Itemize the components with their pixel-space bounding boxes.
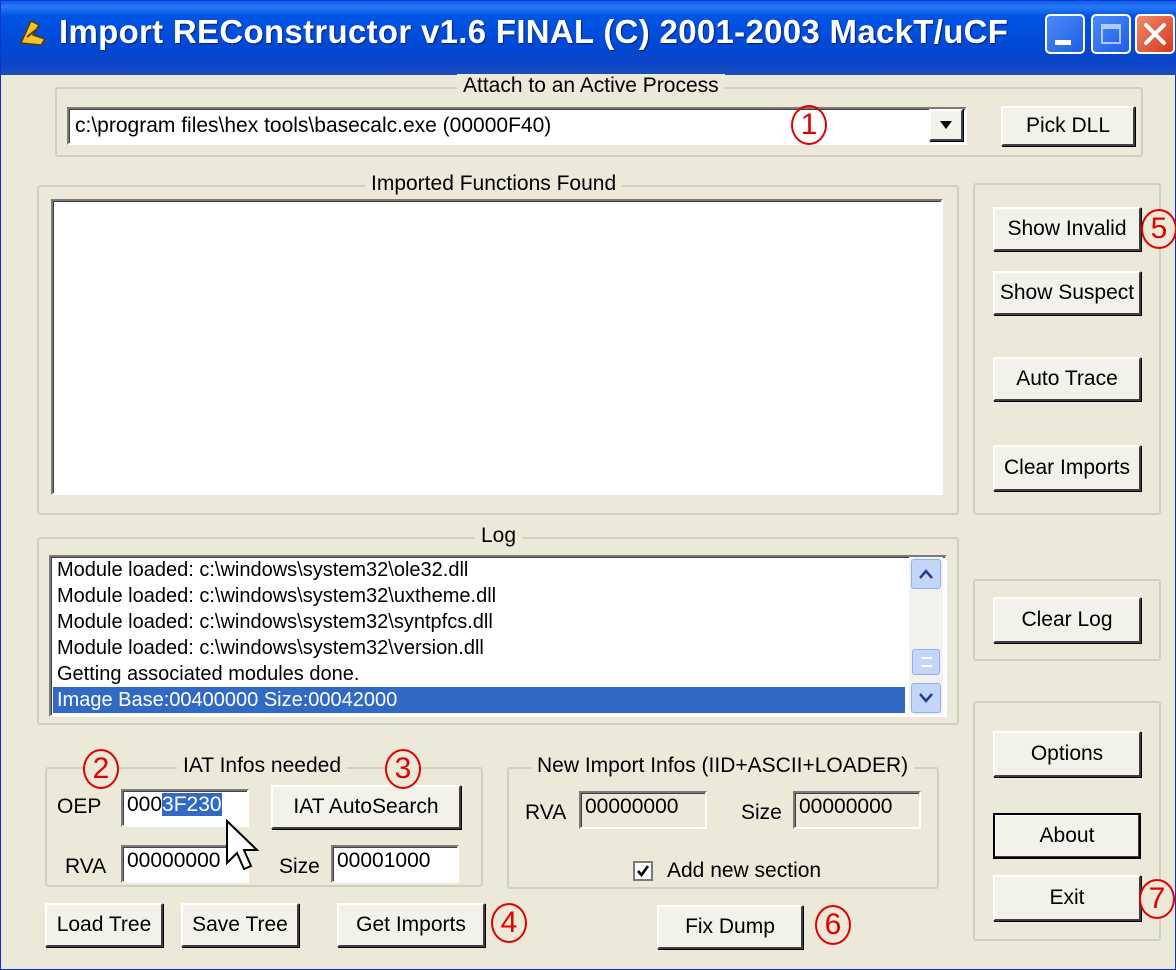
show-suspect-button[interactable]: Show Suspect	[993, 271, 1141, 315]
mouse-cursor-icon	[226, 819, 259, 871]
load-tree-button[interactable]: Load Tree	[45, 903, 163, 947]
get-imports-button[interactable]: Get Imports	[337, 903, 485, 947]
about-button[interactable]: About	[993, 813, 1141, 859]
log-group-label: Log	[475, 524, 523, 548]
callout-3: 3	[385, 749, 421, 789]
clear-imports-button[interactable]: Clear Imports	[993, 445, 1141, 491]
oep-label: OEP	[57, 795, 102, 818]
log-line: Module loaded: c:\windows\system32\syntp…	[57, 611, 493, 633]
oep-value-selected: 3F230	[162, 793, 222, 816]
log-line: Getting associated modules done.	[57, 663, 360, 685]
log-line: Module loaded: c:\windows\system32\versi…	[57, 637, 484, 659]
options-button[interactable]: Options	[993, 731, 1141, 777]
callout-1: 1	[791, 105, 827, 145]
iat-size-label: Size	[279, 855, 320, 878]
new-rva-value: 00000000	[585, 795, 679, 818]
log-scrollbar[interactable]	[909, 557, 943, 715]
dropdown-arrow-icon	[940, 121, 952, 129]
fix-dump-button[interactable]: Fix Dump	[657, 905, 803, 949]
scroll-down-button[interactable]	[911, 683, 941, 713]
imported-functions-tree[interactable]	[51, 199, 943, 495]
checkmark-icon	[637, 865, 650, 878]
process-combobox-value: c:\program files\hex tools\basecalc.exe …	[75, 114, 552, 137]
oep-value-prefix: 000	[127, 793, 163, 816]
maximize-button[interactable]	[1091, 14, 1131, 54]
iat-rva-value: 00000000	[127, 849, 221, 872]
new-import-infos-group-label: New Import Infos (IID+ASCII+LOADER)	[531, 754, 915, 778]
window-title: Import REConstructor v1.6 FINAL (C) 2001…	[59, 13, 1009, 50]
scroll-thumb[interactable]	[912, 649, 940, 675]
minimize-button[interactable]	[1045, 14, 1085, 54]
app-window: Import REConstructor v1.6 FINAL (C) 2001…	[0, 0, 1176, 970]
close-button[interactable]	[1135, 14, 1175, 54]
chevron-up-icon	[919, 569, 933, 579]
callout-4: 4	[491, 903, 527, 943]
log-line: Module loaded: c:\windows\system32\uxthe…	[57, 585, 497, 607]
show-invalid-button[interactable]: Show Invalid	[993, 207, 1141, 251]
iat-size-value: 00001000	[337, 849, 431, 872]
add-new-section-checkbox[interactable]	[633, 861, 653, 881]
pick-dll-button[interactable]: Pick DLL	[1001, 106, 1135, 146]
process-dropdown-button[interactable]	[929, 109, 963, 141]
grip-icon	[921, 657, 932, 667]
new-size-label: Size	[741, 801, 782, 824]
callout-5: 5	[1141, 209, 1176, 249]
iat-infos-group-label: IAT Infos needed	[177, 754, 348, 778]
callout-2: 2	[83, 749, 119, 789]
iat-rva-label: RVA	[65, 855, 107, 878]
log-line: Module loaded: c:\windows\system32\ole32…	[57, 559, 469, 581]
attach-group-label: Attach to an Active Process	[457, 74, 725, 98]
process-combobox[interactable]: c:\program files\hex tools\basecalc.exe …	[67, 107, 967, 145]
maximize-icon	[1101, 24, 1121, 44]
title-bar[interactable]: Import REConstructor v1.6 FINAL (C) 2001…	[1, 1, 1176, 75]
auto-trace-button[interactable]: Auto Trace	[993, 357, 1141, 401]
exit-button[interactable]: Exit	[993, 875, 1141, 921]
app-icon	[19, 19, 47, 46]
new-rva-field: 00000000	[579, 791, 707, 829]
new-size-field: 00000000	[793, 791, 921, 829]
callout-7: 7	[1139, 879, 1175, 919]
callout-6: 6	[815, 905, 851, 945]
save-tree-button[interactable]: Save Tree	[181, 903, 299, 947]
log-line-selected: Image Base:00400000 Size:00042000	[53, 687, 905, 713]
new-rva-label: RVA	[525, 801, 567, 824]
iat-size-input[interactable]: 00001000	[331, 845, 459, 883]
imported-functions-group-label: Imported Functions Found	[365, 172, 623, 196]
chevron-down-icon	[919, 693, 933, 703]
minimize-icon	[1055, 40, 1071, 45]
scroll-up-button[interactable]	[911, 559, 941, 589]
new-size-value: 00000000	[799, 795, 893, 818]
log-listbox[interactable]: Module loaded: c:\windows\system32\ole32…	[49, 555, 947, 717]
add-new-section-label[interactable]: Add new section	[667, 859, 821, 883]
iat-autosearch-button[interactable]: IAT AutoSearch	[271, 785, 461, 829]
close-icon	[1144, 23, 1166, 45]
clear-log-button[interactable]: Clear Log	[993, 597, 1141, 643]
